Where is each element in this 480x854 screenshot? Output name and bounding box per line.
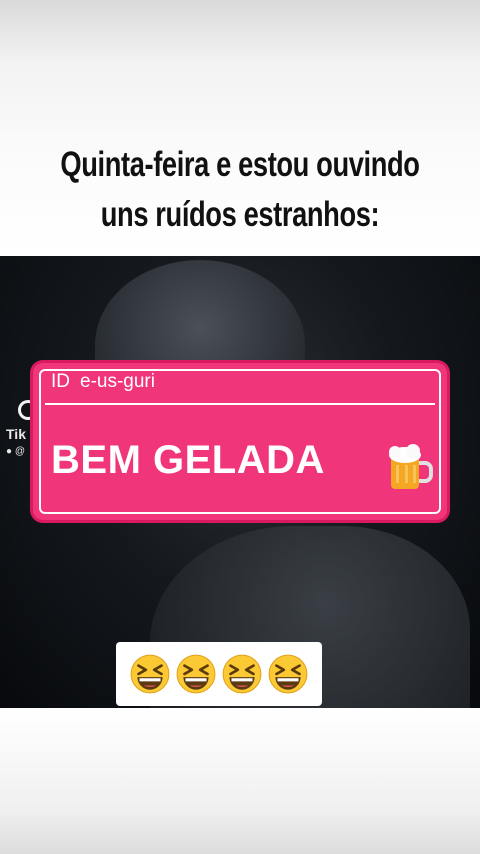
grinning-squinting-face-icon (176, 654, 216, 694)
grinning-squinting-face-icon (130, 654, 170, 694)
user-icon: ● (6, 446, 13, 457)
bottom-blank-area (0, 708, 480, 854)
post-caption: Quinta-feira e estou ouvindo uns ruídos … (60, 145, 420, 234)
card-divider (45, 403, 435, 405)
comment-card: ID e-us-guri BEM GELADA (33, 363, 447, 520)
card-text: BEM GELADA (51, 438, 325, 482)
grinning-squinting-face-icon (222, 654, 262, 694)
reaction-emojis (116, 642, 322, 706)
card-id-line: ID e-us-guri (51, 371, 155, 393)
grinning-squinting-face-icon (268, 654, 308, 694)
tiktok-user-handle: @ (14, 446, 25, 457)
card-id-label: ID (51, 371, 70, 392)
card-id-user: e-us-guri (80, 371, 155, 392)
beer-mug-icon (389, 444, 433, 489)
